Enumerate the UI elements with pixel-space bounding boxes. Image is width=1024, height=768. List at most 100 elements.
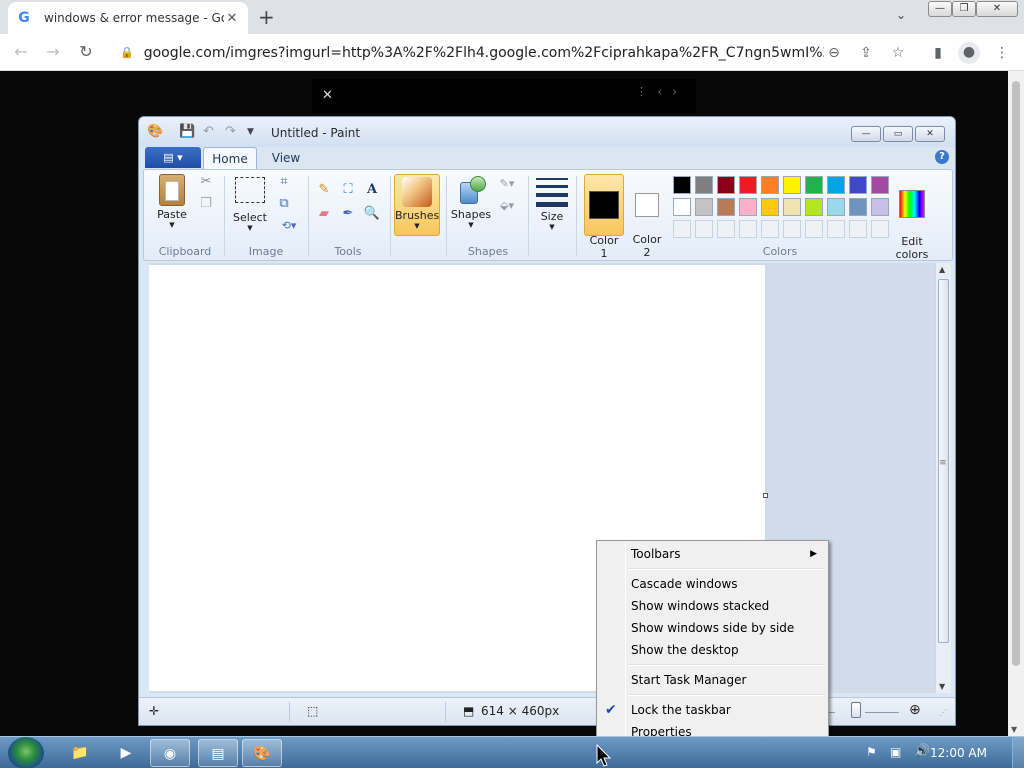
pencil-icon[interactable]: ✎ [314,180,334,200]
menu-item-start-task-manager[interactable]: Start Task Manager [600,669,825,691]
network-icon[interactable]: ▣ [890,745,901,759]
eraser-icon[interactable]: ▰ [314,204,334,224]
forward-arrow-icon[interactable]: → [42,42,64,62]
address-bar[interactable]: 🔒 google.com/imgres?imgurl=http%3A%2F%2F… [108,38,824,67]
paint-taskbar-icon[interactable]: 🎨 [242,739,282,767]
cut-icon[interactable]: ✂ [196,172,216,192]
notepad-icon[interactable]: ▤ [198,739,238,767]
redo-icon[interactable]: ↷ [225,124,236,139]
menu-item-show-windows-stacked[interactable]: Show windows stacked [600,595,825,617]
palette-swatch[interactable] [761,198,779,216]
palette-swatch[interactable] [761,176,779,194]
palette-custom-slot[interactable] [783,220,801,238]
paint-close-button[interactable]: ✕ [915,126,945,142]
media-player-icon[interactable]: ▶ [106,739,146,767]
brushes-button[interactable]: Brushes ▼ [394,174,440,236]
tab-home[interactable]: Home [203,147,257,169]
menu-item-show-windows-side-by-side[interactable]: Show windows side by side [600,617,825,639]
tab-close-icon[interactable]: ✕ [224,11,240,26]
palette-swatch[interactable] [827,198,845,216]
bookmark-star-icon[interactable]: ☆ [888,43,908,63]
page-scrollbar-thumb[interactable] [1012,81,1020,666]
palette-swatch[interactable] [783,198,801,216]
color-picker-icon[interactable]: ✒ [338,204,358,224]
zoom-in-icon[interactable]: ⊕ [909,702,921,718]
taskbar-clock[interactable]: 12:00 AM [930,746,987,760]
crop-icon[interactable]: ⌗ [274,172,294,192]
palette-swatch[interactable] [695,198,713,216]
palette-swatch[interactable] [673,198,691,216]
palette-swatch[interactable] [805,176,823,194]
palette-swatch[interactable] [849,198,867,216]
rotate-icon[interactable]: ⟲▾ [274,216,304,236]
chrome-icon[interactable]: ◉ [150,739,190,767]
color1-button[interactable]: Color 1 [584,174,624,260]
outline-icon[interactable]: ✎▾ [494,174,520,194]
scroll-down-arrow-icon[interactable]: ▼ [939,682,945,691]
preview-close-icon[interactable]: ✕ [322,88,333,103]
palette-swatch[interactable] [717,176,735,194]
palette-custom-slot[interactable] [761,220,779,238]
side-panel-icon[interactable]: ▮ [928,43,948,63]
text-tool-icon[interactable]: A [362,180,382,200]
start-orb-windows-icon[interactable] [8,737,44,768]
paint-minimize-button[interactable]: — [851,126,881,142]
palette-custom-slot[interactable] [871,220,889,238]
magnifier-icon[interactable]: 🔍 [362,204,382,224]
tab-view[interactable]: View [263,147,309,169]
profile-avatar-icon[interactable]: ● [958,42,980,64]
back-arrow-icon[interactable]: ← [10,42,32,62]
browser-tab[interactable]: G windows & error message - Goo ✕ [8,2,248,34]
zoom-icon[interactable]: ⊖ [824,43,844,63]
menu-item-cascade-windows[interactable]: Cascade windows [600,573,825,595]
customize-qa-icon[interactable]: ▼ [247,127,254,137]
save-icon[interactable]: 💾 [179,124,195,139]
resize-icon[interactable]: ⧉ [274,194,294,214]
fill-bucket-icon[interactable]: ⛶ [338,180,358,200]
menu-item-toolbars[interactable]: Toolbars ▶ [600,543,825,565]
paint-menu-button[interactable]: ▤ ▾ [145,147,201,168]
palette-custom-slot[interactable] [805,220,823,238]
volume-icon[interactable]: 🔊 [914,744,930,759]
color2-button[interactable]: Color 2 [628,174,666,259]
reload-icon[interactable]: ↻ [75,42,97,62]
shapes-button[interactable]: Shapes ▼ [450,174,492,229]
palette-swatch[interactable] [805,198,823,216]
palette-custom-slot[interactable] [673,220,691,238]
palette-swatch[interactable] [695,176,713,194]
paste-button[interactable]: Paste ▼ [152,174,192,229]
size-button[interactable]: Size ▼ [534,174,570,231]
palette-custom-slot[interactable] [849,220,867,238]
palette-swatch[interactable] [739,198,757,216]
select-button[interactable]: Select ▼ [230,174,270,232]
palette-swatch[interactable] [827,176,845,194]
menu-kebab-icon[interactable]: ⋮ [992,43,1012,63]
new-tab-button[interactable]: + [258,5,275,29]
canvas-resize-handle[interactable] [763,493,768,498]
zoom-slider-thumb[interactable] [851,702,861,718]
palette-custom-slot[interactable] [739,220,757,238]
lock-icon[interactable]: 🔒 [120,46,134,59]
share-icon[interactable]: ⇪ [856,43,876,63]
zoom-slider-track-right[interactable] [865,712,899,713]
palette-swatch[interactable] [849,176,867,194]
palette-custom-slot[interactable] [695,220,713,238]
page-scrollbar[interactable]: ▼ [1008,71,1024,736]
menu-item-show-the-desktop[interactable]: Show the desktop [600,639,825,661]
palette-swatch[interactable] [783,176,801,194]
scroll-down-arrow-icon[interactable]: ▼ [1011,725,1017,734]
browser-minimize-button[interactable]: — [928,1,952,17]
tab-search-chevron-icon[interactable]: ⌄ [896,8,906,22]
explorer-folder-icon[interactable]: 📁 [60,739,100,767]
paint-maximize-button[interactable]: ▭ [883,126,913,142]
palette-swatch[interactable] [871,176,889,194]
undo-icon[interactable]: ↶ [203,124,214,139]
menu-item-lock-the-taskbar[interactable]: ✔ Lock the taskbar [600,699,825,721]
palette-swatch[interactable] [673,176,691,194]
preview-more-icon[interactable]: ⋮ ‹ › [636,85,677,98]
palette-custom-slot[interactable] [717,220,735,238]
canvas-scrollbar[interactable]: ▲ ≡ ▼ [935,263,951,693]
palette-custom-slot[interactable] [827,220,845,238]
action-center-flag-icon[interactable]: ⚑ [866,745,877,759]
fill-icon[interactable]: ⬙▾ [494,196,520,216]
